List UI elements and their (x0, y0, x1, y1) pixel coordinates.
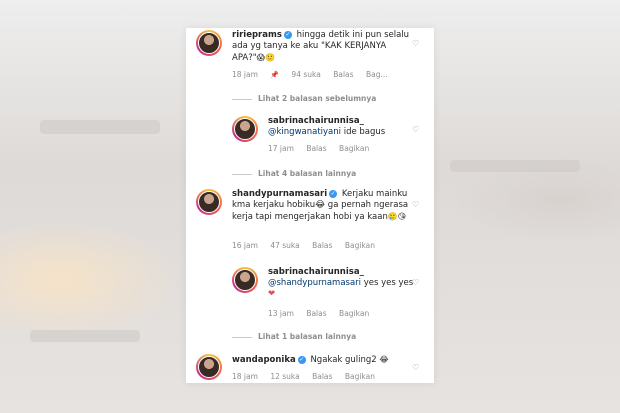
like-count[interactable]: 94 suka (291, 70, 320, 79)
comment-username[interactable]: shandypurnamasari (232, 189, 327, 199)
pin-icon: 📌 (270, 71, 280, 79)
emoji: 😱🙂 (256, 53, 275, 62)
avatar[interactable] (196, 189, 222, 215)
divider (232, 98, 252, 100)
reply-button[interactable]: Balas (306, 144, 326, 153)
comment-meta: 17 jam Balas Bagikan (268, 144, 379, 153)
comment-meta: 16 jam 47 suka Balas Bagikan (232, 241, 385, 250)
divider (232, 173, 252, 175)
avatar[interactable] (232, 116, 258, 142)
comment-body: sabrinachairunnisa_ @kingwanatiyani ide … (268, 116, 420, 138)
comment-time: 16 jam (232, 241, 258, 250)
comment-body: shandypurnamasari ✓ Kerjaku mainku kma ke… (232, 189, 412, 223)
red-heart-emoji: ❤ (268, 289, 276, 299)
like-heart-icon[interactable]: ♡ (412, 40, 420, 48)
reply-button[interactable]: Balas (306, 309, 326, 318)
like-count[interactable]: 47 suka (270, 241, 299, 250)
like-count[interactable]: 12 suka (270, 372, 299, 381)
comment-body: sabrinachairunnisa_ @shandypurnamasari y… (268, 267, 420, 300)
divider (232, 336, 252, 338)
mention-link[interactable]: @kingwanatiyani (268, 127, 341, 137)
blurred-bg-row (450, 160, 580, 172)
reply-button[interactable]: Balas (333, 70, 353, 79)
comment-time: 18 jam (232, 70, 258, 79)
comment-body: wandaponika ✓ Ngakak guling2 😂 (232, 354, 412, 366)
comment-body: ririeprams ✓ hingga detik ini pun selalu … (232, 30, 412, 64)
verified-icon: ✓ (297, 355, 306, 364)
comment-username[interactable]: ririeprams (232, 30, 282, 40)
comment-time: 18 jam (232, 372, 258, 381)
comment-meta: 18 jam 12 suka Balas Bagikan (232, 372, 385, 381)
share-button[interactable]: Bagikan (339, 309, 369, 318)
verified-icon: ✓ (329, 189, 338, 198)
view-previous-replies-label: Lihat 2 balasan sebelumnya (258, 94, 377, 103)
like-heart-icon[interactable]: ♡ (412, 201, 420, 209)
avatar[interactable] (232, 267, 258, 293)
mention-link[interactable]: @shandypurnamasari (268, 278, 361, 288)
reply-button[interactable]: Balas (312, 241, 332, 250)
emoji: 🥲😘 (387, 212, 407, 221)
share-button[interactable]: Bagikan (339, 144, 369, 153)
like-heart-icon[interactable]: ♡ (412, 126, 420, 134)
comment-meta: 13 jam Balas Bagikan (268, 309, 379, 318)
emoji: 😂 (379, 355, 389, 364)
reply-item: sabrinachairunnisa_ @shandypurnamasari y… (232, 267, 434, 319)
share-button[interactable]: Bag... (366, 70, 388, 79)
like-heart-icon[interactable]: ♡ (412, 279, 420, 287)
comments-panel: ririeprams ✓ hingga detik ini pun selalu … (186, 28, 434, 383)
avatar[interactable] (196, 30, 222, 56)
reply-item: sabrinachairunnisa_ @kingwanatiyani ide … (232, 116, 434, 156)
view-more-replies[interactable]: Lihat 1 balasan lainnya (232, 332, 356, 341)
comment-username[interactable]: sabrinachairunnisa_ (268, 116, 364, 126)
comment-time: 13 jam (268, 309, 294, 318)
blurred-bg-row (30, 330, 140, 342)
comment-item: ririeprams ✓ hingga detik ini pun selalu … (196, 30, 434, 90)
view-more-replies[interactable]: Lihat 4 balasan lainnya (232, 169, 356, 178)
comment-text: ide bagus (343, 127, 386, 137)
reply-button[interactable]: Balas (312, 372, 332, 381)
share-button[interactable]: Bagikan (345, 241, 375, 250)
view-more-replies-label: Lihat 4 balasan lainnya (258, 169, 357, 178)
like-heart-icon[interactable]: ♡ (412, 364, 420, 372)
comment-time: 17 jam (268, 144, 294, 153)
comment-item: shandypurnamasari ✓ Kerjaku mainku kma ke… (196, 189, 434, 259)
comment-text: Ngakak guling2 (310, 355, 377, 365)
comment-meta: 18 jam 📌 94 suka Balas Bag... (232, 70, 398, 79)
view-previous-replies[interactable]: Lihat 2 balasan sebelumnya (232, 94, 376, 103)
blurred-bg-row (40, 120, 160, 134)
comment-text: yes yes yes (363, 278, 414, 288)
comment-username[interactable]: wandaponika (232, 355, 296, 365)
verified-icon: ✓ (283, 30, 292, 39)
comment-item: wandaponika ✓ Ngakak guling2 😂 ♡ 18 jam 1… (196, 354, 434, 383)
comment-username[interactable]: sabrinachairunnisa_ (268, 267, 364, 277)
view-more-replies-label: Lihat 1 balasan lainnya (258, 332, 357, 341)
share-button[interactable]: Bagikan (345, 372, 375, 381)
avatar[interactable] (196, 354, 222, 380)
